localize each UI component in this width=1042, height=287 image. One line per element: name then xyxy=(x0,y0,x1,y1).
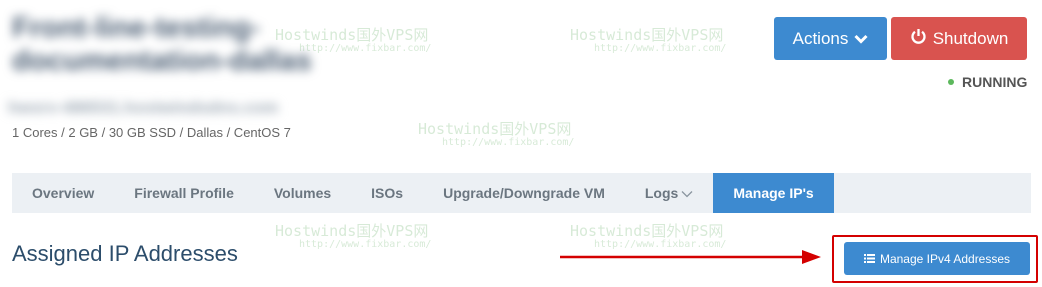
watermark-url: http://www.fixbar.com/ xyxy=(594,43,727,54)
watermark-title: Hostwinds国外VPS网 xyxy=(570,26,724,44)
actions-button-label: Actions xyxy=(792,28,849,48)
watermark-url: http://www.fixbar.com/ xyxy=(442,137,575,148)
shutdown-button-label: Shutdown xyxy=(932,28,1009,48)
status-indicator: RUNNING xyxy=(948,74,1027,90)
tab-isos[interactable]: ISOs xyxy=(351,173,423,213)
tab-logs-label: Logs xyxy=(644,185,679,201)
manage-ipv4-button-label: Manage IPv4 Addresses xyxy=(879,251,1011,266)
status-text: RUNNING xyxy=(962,74,1028,90)
server-specs: 1 Cores / 2 GB / 30 GB SSD / Dallas / Ce… xyxy=(12,125,291,140)
annotation-arrow-icon xyxy=(560,250,821,264)
tab-firewall-profile[interactable]: Firewall Profile xyxy=(114,173,254,213)
watermark: Hostwinds国外VPS网 http://www.fixbar.com/ xyxy=(418,122,574,150)
tab-overview[interactable]: Overview xyxy=(12,173,114,213)
watermark-title: Hostwinds国外VPS网 xyxy=(418,120,572,138)
server-hostname: hwsrv-486531.hostwindsdns.com xyxy=(8,98,279,117)
watermark: Hostwinds国外VPS网 http://www.fixbar.com/ xyxy=(570,224,726,252)
tab-volumes[interactable]: Volumes xyxy=(254,173,351,213)
tab-bar: Overview Firewall Profile Volumes ISOs U… xyxy=(12,173,1031,213)
tab-upgrade-downgrade-vm[interactable]: Upgrade/Downgrade VM xyxy=(423,173,625,213)
tab-manage-ips[interactable]: Manage IP's xyxy=(713,173,834,213)
status-dot-icon xyxy=(948,79,954,85)
tab-logs[interactable]: Logs xyxy=(625,173,713,213)
watermark: Hostwinds国外VPS网 http://www.fixbar.com/ xyxy=(275,224,431,252)
watermark: Hostwinds国外VPS网 http://www.fixbar.com/ xyxy=(570,28,726,56)
manage-ipv4-button[interactable]: Manage IPv4 Addresses xyxy=(844,242,1030,275)
page-title: Assigned IP Addresses xyxy=(12,241,238,266)
watermark-url: http://www.fixbar.com/ xyxy=(299,239,432,250)
server-name: Front-line-testing-documentation-dallas xyxy=(12,12,312,77)
watermark-title: Hostwinds国外VPS网 xyxy=(275,222,429,240)
watermark-title: Hostwinds国外VPS网 xyxy=(570,222,724,240)
chevron-down-icon xyxy=(854,29,868,49)
chevron-down-icon xyxy=(681,185,693,201)
actions-button[interactable]: Actions xyxy=(774,17,887,60)
shutdown-button[interactable]: Shutdown xyxy=(891,17,1027,60)
list-icon xyxy=(863,252,875,266)
power-icon xyxy=(910,28,927,50)
